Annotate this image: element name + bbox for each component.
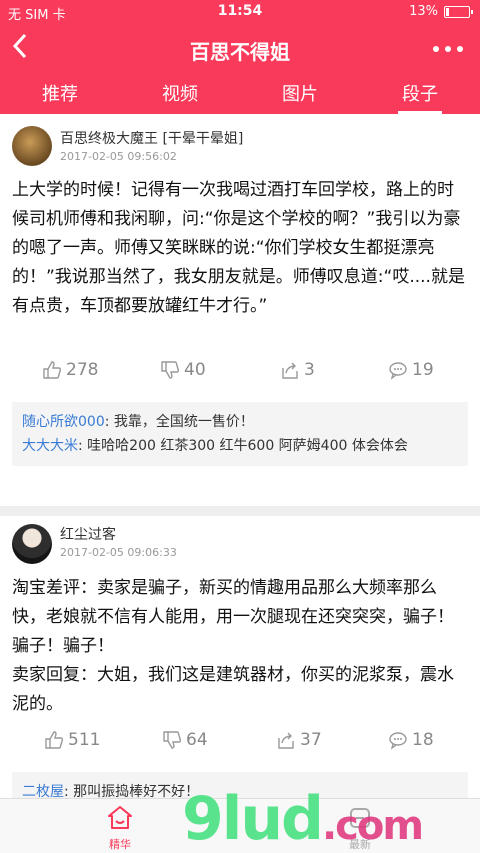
nav-bar: 百思不得姐 <box>0 24 480 74</box>
comment-item[interactable]: 大大大米: 哇哈哈200 红茶300 红牛600 阿萨姆400 体会体会 <box>22 434 458 458</box>
thumbs-up-icon <box>43 361 62 379</box>
share-button[interactable]: 3 <box>280 360 315 380</box>
battery-percent: 13% <box>409 4 438 19</box>
comment-user[interactable]: 大大大米 <box>22 438 78 454</box>
watermark-logo: 9lud.com <box>182 784 424 853</box>
status-right: 13% <box>409 4 473 19</box>
tab-recommend[interactable]: 推荐 <box>0 74 120 114</box>
battery-fill <box>446 7 449 16</box>
share-count: 37 <box>300 730 322 750</box>
share-button[interactable]: 37 <box>276 730 322 750</box>
comment-user[interactable]: 随心所欲000 <box>22 414 105 430</box>
post-timestamp: 2017-02-05 09:56:02 <box>60 150 177 163</box>
comment-count: 19 <box>412 360 434 380</box>
comment-count: 18 <box>412 730 434 750</box>
battery-icon <box>444 5 473 18</box>
post-username[interactable]: 红尘过客 <box>60 524 116 544</box>
category-tabs: 推荐 视频 图片 段子 <box>0 74 480 114</box>
dislike-button[interactable]: 40 <box>160 360 206 380</box>
post-content: 上大学的时候！记得有一次我喝过酒打车回学校，路上的时候司机师傅和我闲聊，问:“你… <box>12 180 465 316</box>
share-icon <box>282 362 298 379</box>
share-count: 3 <box>304 360 315 380</box>
post-content: 淘宝差评：卖家是骗子，新买的情趣用品那么大频率那么快，老娘就不信有人能用，用一次… <box>12 578 454 714</box>
post-card: 百思终极大魔王 [干晕干晕姐] 2017-02-05 09:56:02 上大学的… <box>0 114 480 506</box>
avatar[interactable] <box>12 524 52 564</box>
status-bar: 无 SIM 卡 11:54 13% <box>0 0 480 24</box>
hot-comments: 随心所欲000: 我靠，全国统一售价！ 大大大米: 哇哈哈200 红茶300 红… <box>12 402 468 466</box>
comment-icon <box>389 732 407 750</box>
thumbs-down-icon <box>163 731 182 749</box>
comment-text: : 我靠，全国统一售价！ <box>104 414 254 430</box>
clock: 11:54 <box>217 3 263 19</box>
post-timestamp: 2017-02-05 09:06:33 <box>60 546 177 559</box>
share-icon <box>278 732 294 749</box>
post-username[interactable]: 百思终极大魔王 [干晕干晕姐] <box>60 128 243 148</box>
page-title: 百思不得姐 <box>190 40 290 64</box>
tab-video[interactable]: 视频 <box>120 74 240 114</box>
dislike-button[interactable]: 64 <box>162 730 208 750</box>
tabbar-label: 精华 <box>109 838 131 851</box>
comment-button[interactable]: 18 <box>388 730 434 750</box>
avatar[interactable] <box>12 126 52 166</box>
like-count: 278 <box>66 360 99 380</box>
tab-pictures[interactable]: 图片 <box>240 74 360 114</box>
dislike-count: 40 <box>184 360 206 380</box>
post-actions: 278 40 3 19 <box>0 360 480 390</box>
thumbs-up-icon <box>45 731 64 749</box>
post-actions: 511 64 37 18 <box>0 730 480 760</box>
more-dots-icon <box>433 46 463 52</box>
post-card: 红尘过客 2017-02-05 09:06:33 淘宝差评：卖家是骗子，新买的情… <box>0 506 480 812</box>
like-button[interactable]: 278 <box>42 360 98 380</box>
dislike-count: 64 <box>186 730 208 750</box>
home-icon <box>108 806 132 829</box>
comment-text: : 哇哈哈200 红茶300 红牛600 阿萨姆400 体会体会 <box>78 438 408 454</box>
thumbs-down-icon <box>161 361 180 379</box>
comment-button[interactable]: 19 <box>388 360 434 380</box>
tabbar-item-featured[interactable]: 精华 <box>96 803 144 852</box>
comment-icon <box>389 362 407 380</box>
comment-item[interactable]: 随心所欲000: 我靠，全国统一售价！ <box>22 410 458 434</box>
like-button[interactable]: 511 <box>44 730 100 750</box>
tab-jokes[interactable]: 段子 <box>360 74 480 114</box>
like-count: 511 <box>68 730 101 750</box>
more-button[interactable] <box>432 34 464 59</box>
